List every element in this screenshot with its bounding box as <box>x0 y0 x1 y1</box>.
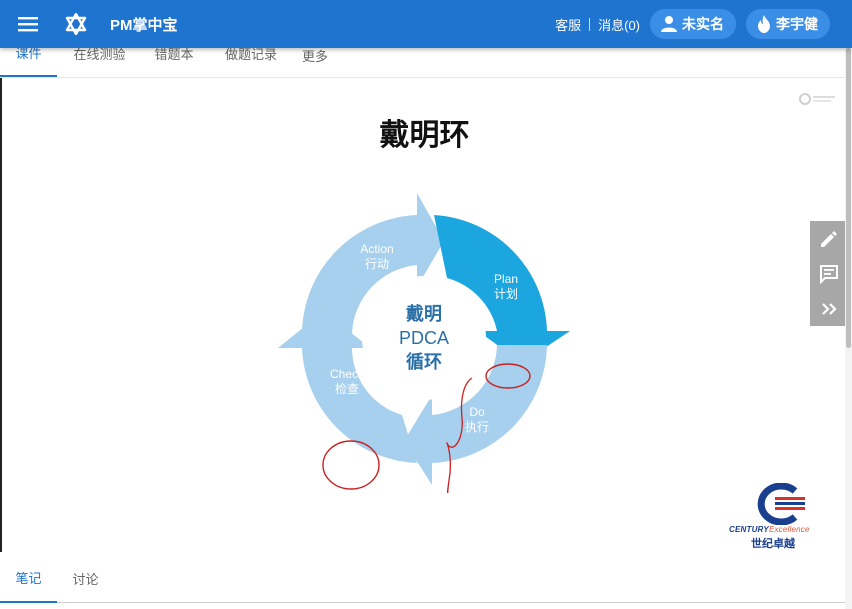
pdca-center-text: 戴明 PDCA 循环 <box>374 302 474 374</box>
stage-check-label: Check 检查 <box>317 367 377 397</box>
stage-en: Check <box>329 367 364 381</box>
pencil-icon <box>820 230 837 247</box>
tab-notes[interactable]: 笔记 <box>0 554 57 603</box>
stage-cn: 检查 <box>334 382 359 396</box>
user-button[interactable]: 李宇健 <box>746 9 830 39</box>
center-line: 循环 <box>406 352 442 372</box>
app-title: PM掌中宝 <box>110 16 178 34</box>
brand-english-name: CENTURYExcellence <box>729 525 810 534</box>
user-name: 李宇健 <box>776 16 818 32</box>
center-line: 戴明 <box>406 304 442 324</box>
stage-cn: 执行 <box>464 420 489 434</box>
stage-en: Plan <box>493 272 519 286</box>
app-window: 课件 在线测验 错题本 做题记录 更多 PM掌中宝 客服 消息(0) 未实名 李… <box>0 0 852 609</box>
double-chevron-right-icon <box>821 302 837 315</box>
tab-label: 讨论 <box>72 572 99 587</box>
page-scrollbar[interactable] <box>845 48 852 609</box>
flame-icon <box>758 15 770 33</box>
brand-english-main: CENTURY <box>729 525 769 534</box>
messages-link[interactable]: 消息(0) <box>598 15 640 34</box>
brand-emblem-icon <box>757 483 805 525</box>
watermark-logo-icon <box>799 93 835 105</box>
stage-cn: 计划 <box>493 287 518 301</box>
comment-icon <box>819 264 838 284</box>
slide-title: 戴明环 <box>379 118 470 153</box>
brand-english-suffix: Excellence <box>768 525 810 534</box>
scrollbar-thumb[interactable] <box>846 48 851 348</box>
menu-icon <box>18 17 38 32</box>
stage-cn: 行动 <box>364 257 389 271</box>
app-header: PM掌中宝 客服 消息(0) 未实名 李宇健 <box>0 0 852 48</box>
annotation-circle-check <box>322 440 380 490</box>
menu-button[interactable] <box>0 0 56 48</box>
tab-label: 更多 <box>301 48 328 64</box>
stage-action-label: Action 行动 <box>347 242 407 272</box>
customer-service-link[interactable]: 客服 <box>555 15 581 34</box>
collapse-toolbar-button[interactable] <box>810 291 847 326</box>
identity-label: 未实名 <box>682 16 724 32</box>
star-of-david-icon <box>65 13 87 35</box>
tab-label: 笔记 <box>15 571 42 586</box>
tab-discussion[interactable]: 讨论 <box>57 554 114 603</box>
stage-plan-label: Plan 计划 <box>476 272 536 302</box>
stage-en: Action <box>360 242 394 256</box>
courseware-slide: 戴明环 Action 行动 Plan 计划 Check 检查 Do 执行 戴明 … <box>0 78 845 552</box>
header-divider <box>589 17 591 31</box>
identity-button[interactable]: 未实名 <box>650 9 736 39</box>
brand-chinese-name: 世纪卓越 <box>751 538 795 550</box>
notes-tabs: 笔记 讨论 <box>0 554 845 603</box>
edit-note-button[interactable] <box>810 221 847 256</box>
comment-button[interactable] <box>810 256 847 291</box>
center-line: PDCA <box>398 328 449 348</box>
floating-toolbar <box>810 221 847 326</box>
stage-do-label: Do 执行 <box>447 405 507 435</box>
logo <box>56 0 96 48</box>
stage-en: Do <box>469 405 485 419</box>
person-icon <box>661 16 677 32</box>
